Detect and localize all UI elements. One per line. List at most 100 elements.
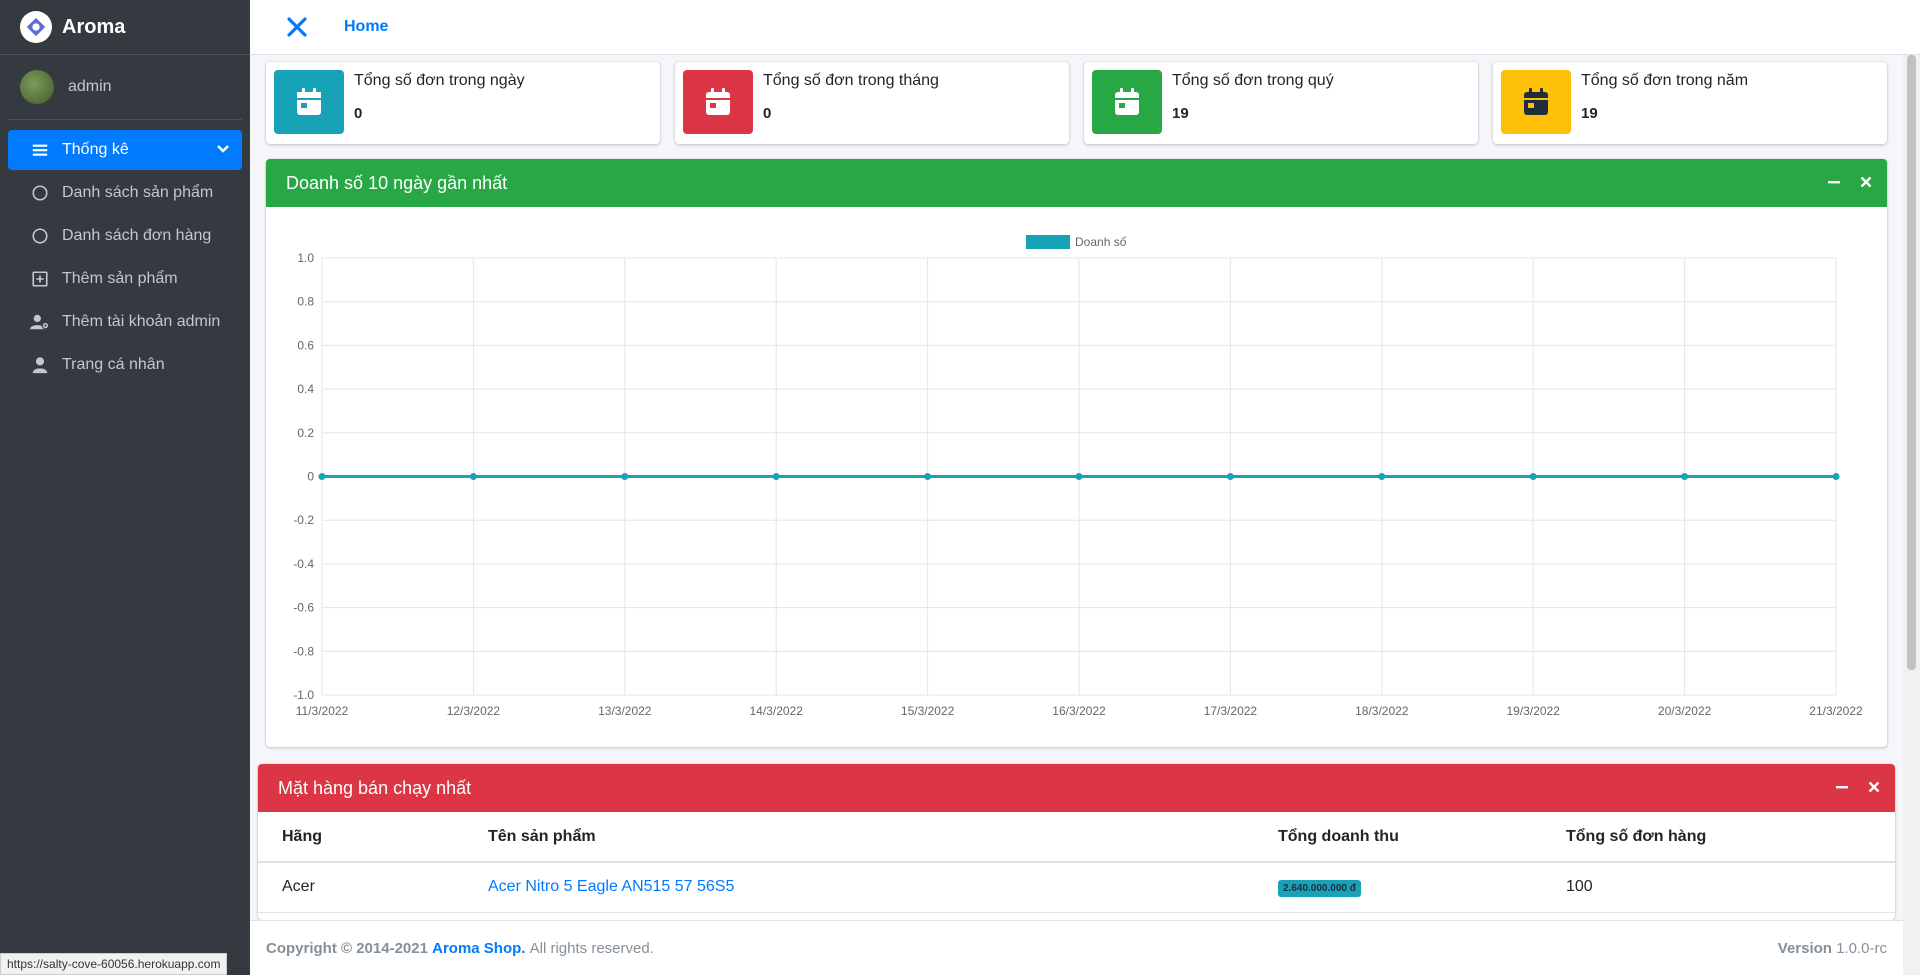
plus-square-icon [30, 269, 50, 289]
sidebar-nav: Thống kê Danh sách sản phẩm Danh sách đơ… [0, 120, 250, 398]
data-point [469, 473, 477, 480]
y-tick-label: 0.4 [297, 382, 314, 396]
user-name[interactable]: admin [68, 78, 112, 96]
x-tick-label: 21/3/2022 [1809, 704, 1863, 718]
calendar-icon [274, 70, 344, 134]
data-point [621, 473, 629, 480]
table-row: Acer Acer Nitro 5 Eagle AN515 57 56S5 2.… [258, 862, 1895, 913]
data-point [1832, 473, 1840, 480]
y-tick-label: 1.0 [297, 251, 314, 265]
brand-name: Aroma [62, 15, 126, 38]
column-header-orders: Tổng số đơn hàng [1542, 812, 1895, 863]
info-box-value: 0 [763, 105, 772, 122]
sidebar: Aroma admin Thống kê Danh sách sản phẩm … [0, 0, 250, 975]
sidebar-item-label: Thêm sản phẩm [62, 270, 178, 287]
data-point [1681, 473, 1689, 480]
scrollbar-thumb[interactable] [1907, 55, 1916, 670]
cell-orders: 100 [1542, 862, 1895, 913]
sidebar-item-add-product[interactable]: Thêm sản phẩm [8, 259, 242, 299]
sidebar-item-label: Trang cá nhân [62, 356, 165, 373]
sidebar-item-label: Danh sách sản phẩm [62, 184, 214, 201]
info-box-label: Tổng số đơn trong năm [1581, 72, 1749, 89]
y-tick-label: -0.6 [293, 601, 314, 615]
data-point [772, 473, 780, 480]
version-info: Version 1.0.0-rc [1778, 940, 1887, 957]
data-point [924, 473, 932, 480]
card-title: Mặt hàng bán chạy nhất [278, 777, 472, 798]
x-tick-label: 12/3/2022 [447, 704, 501, 718]
y-tick-label: -0.8 [293, 644, 314, 658]
info-box-year: Tổng số đơn trong năm 19 [1493, 62, 1887, 144]
rights-text: All rights reserved. [529, 939, 654, 957]
card-tools [1827, 175, 1873, 189]
x-tick-label: 18/3/2022 [1355, 704, 1409, 718]
y-tick-label: -0.4 [293, 557, 314, 571]
minimize-icon[interactable] [1827, 175, 1841, 189]
calendar-icon [683, 70, 753, 134]
version-label: Version [1777, 939, 1832, 957]
sidebar-item-orders[interactable]: Danh sách đơn hàng [8, 216, 242, 256]
x-tick-label: 17/3/2022 [1204, 704, 1258, 718]
shop-link[interactable]: Aroma Shop. [432, 940, 525, 957]
user-cog-icon [30, 312, 50, 332]
calendar-icon [1092, 70, 1162, 134]
info-box-value: 0 [354, 105, 363, 122]
y-tick-label: -1.0 [293, 688, 314, 702]
user-panel[interactable]: admin [8, 55, 242, 120]
footer: Copyright © 2014-2021 Aroma Shop. All ri… [250, 920, 1903, 975]
page-scrollbar[interactable] [1903, 55, 1920, 975]
x-tick-label: 14/3/2022 [750, 704, 804, 718]
sidebar-item-profile[interactable]: Trang cá nhân [8, 345, 242, 385]
data-point [1226, 473, 1234, 480]
chevron-down-icon [217, 145, 229, 153]
data-point [318, 473, 326, 480]
best-seller-card: Mặt hàng bán chạy nhất Hãng Tên sản phẩm… [258, 764, 1895, 920]
product-link[interactable]: Acer Nitro 5 Eagle AN515 57 56S5 [488, 878, 734, 895]
menu-icon [30, 140, 50, 160]
data-point [1529, 473, 1537, 480]
revenue-badge: 2.640.000.000 đ [1278, 879, 1361, 897]
brand-logo-icon [20, 11, 52, 43]
data-point [1378, 473, 1386, 480]
info-box-label: Tổng số đơn trong ngày [354, 72, 525, 89]
minimize-icon[interactable] [1835, 780, 1849, 794]
close-icon[interactable] [1867, 780, 1881, 794]
card-header: Doanh số 10 ngày gần nhất [266, 159, 1887, 207]
card-header: Mặt hàng bán chạy nhất [258, 764, 1895, 812]
x-tick-label: 16/3/2022 [1052, 704, 1106, 718]
info-box-day: Tổng số đơn trong ngày 0 [266, 62, 660, 144]
card-tools [1835, 780, 1881, 794]
x-tick-label: 11/3/2022 [296, 704, 349, 718]
table-header-row: Hãng Tên sản phẩm Tổng doanh thu Tổng số… [258, 812, 1895, 863]
info-box-value: 19 [1581, 105, 1598, 122]
card-title: Doanh số 10 ngày gần nhất [286, 172, 508, 193]
copyright-text: Copyright © 2014-2021 [266, 939, 428, 957]
x-tick-label: 19/3/2022 [1507, 704, 1561, 718]
y-tick-label: 0.6 [297, 338, 314, 352]
column-header-product: Tên sản phẩm [464, 812, 1254, 863]
close-icon[interactable] [1859, 175, 1873, 189]
sidebar-item-products[interactable]: Danh sách sản phẩm [8, 173, 242, 213]
user-icon [30, 355, 50, 375]
x-tick-label: 15/3/2022 [901, 704, 955, 718]
circle-icon [30, 183, 50, 203]
sidebar-item-label: Thống kê [62, 141, 129, 158]
sales-chart-card: Doanh số 10 ngày gần nhất Doanh số 1.0 0.… [266, 159, 1887, 747]
sidebar-item-statistics[interactable]: Thống kê [8, 130, 242, 170]
cell-brand: Acer [258, 862, 464, 913]
x-tick-label: 20/3/2022 [1658, 704, 1712, 718]
sidebar-item-add-admin[interactable]: Thêm tài khoản admin [8, 302, 242, 342]
sales-line-chart: 1.0 0.8 0.6 0.4 0.2 0 -0.2 -0.4 -0.6 -0.8 -1.0 11/3… [293, 251, 1863, 718]
y-tick-label: 0 [307, 470, 314, 484]
home-link[interactable]: Home [344, 18, 388, 36]
column-header-revenue: Tổng doanh thu [1254, 812, 1542, 863]
close-icon[interactable] [285, 15, 309, 39]
best-seller-table: Hãng Tên sản phẩm Tổng doanh thu Tổng số… [258, 812, 1895, 913]
status-url: https://salty-cove-60056.herokuapp.com [0, 953, 228, 975]
data-point [1075, 473, 1083, 480]
info-box-month: Tổng số đơn trong tháng 0 [675, 62, 1069, 144]
info-box-quarter: Tổng số đơn trong quý 19 [1084, 62, 1478, 144]
x-tick-label: 13/3/2022 [598, 704, 652, 718]
brand-link[interactable]: Aroma [0, 0, 250, 55]
info-box-label: Tổng số đơn trong quý [1172, 72, 1334, 89]
